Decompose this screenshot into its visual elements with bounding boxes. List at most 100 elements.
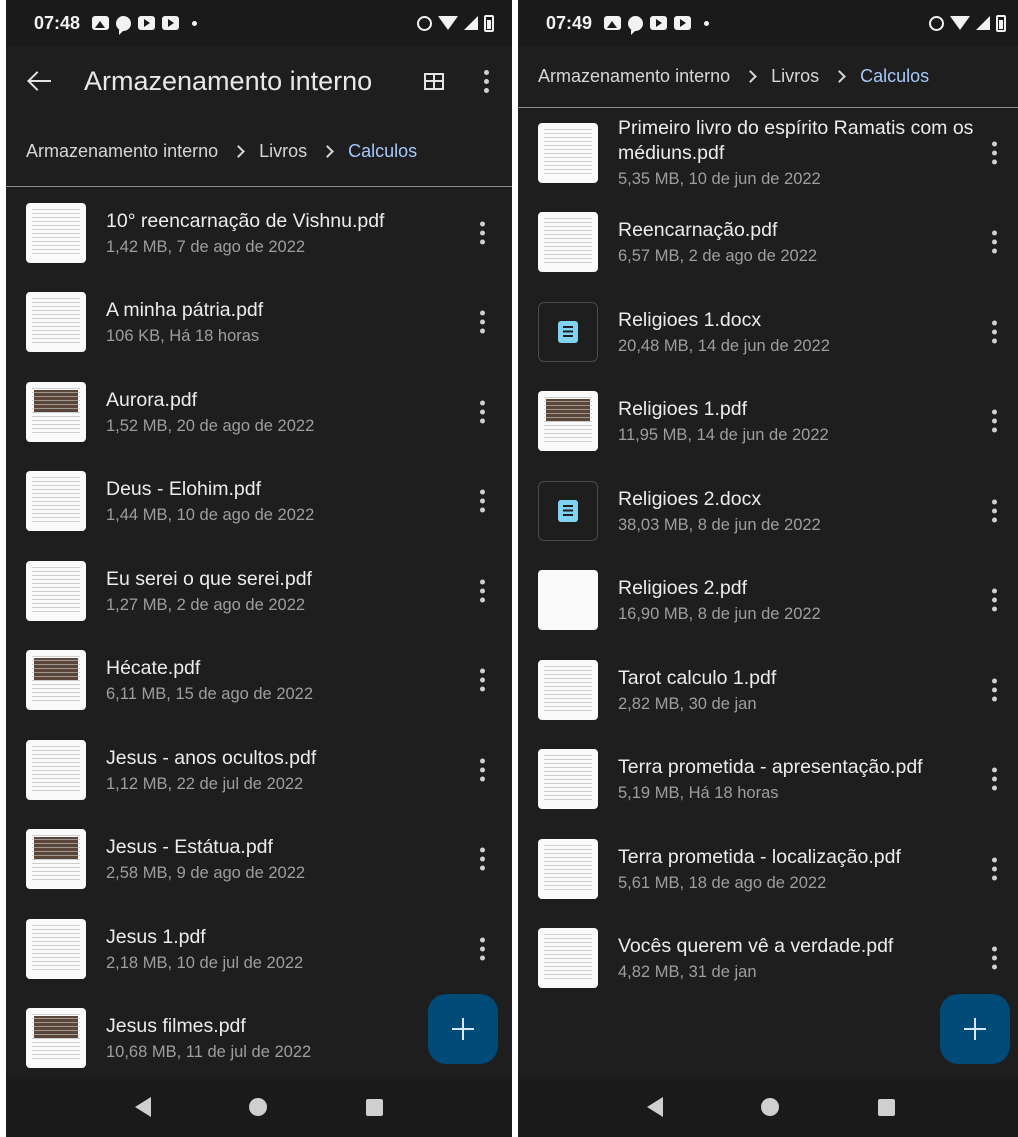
more-vert-icon[interactable] <box>470 847 494 871</box>
file-row[interactable]: Jesus - Estátua.pdf 2,58 MB, 9 de ago de … <box>6 815 512 905</box>
more-vert-icon[interactable] <box>470 579 494 603</box>
wifi-icon <box>438 16 458 30</box>
nav-back-icon[interactable] <box>135 1097 152 1117</box>
file-row[interactable]: 10° reencarnação de Vishnu.pdf 1,42 MB, 7… <box>6 188 512 278</box>
chevron-right-icon <box>321 144 334 158</box>
file-info: Terra prometida - apresentação.pdf 5,19 M… <box>618 755 1018 803</box>
breadcrumb-item-livros[interactable]: Livros <box>771 66 819 87</box>
file-row[interactable]: A minha pátria.pdf 106 KB, Há 18 horas <box>6 278 512 368</box>
file-row[interactable]: Terra prometida - apresentação.pdf 5,19 M… <box>518 735 1018 825</box>
file-row[interactable]: Religioes 1.pdf 11,95 MB, 14 de jun de 20… <box>518 377 1018 467</box>
file-row[interactable]: Hécate.pdf 6,11 MB, 15 de ago de 2022 <box>6 636 512 726</box>
file-thumbnail <box>538 570 598 631</box>
battery-icon <box>996 14 1006 32</box>
status-time: 07:48 <box>34 12 81 33</box>
file-name: Vocês querem vê a verdade.pdf <box>618 935 894 958</box>
file-row[interactable]: Eu serei o que serei.pdf 1,27 MB, 2 de ag… <box>6 546 512 636</box>
file-row[interactable]: Aurora.pdf 1,52 MB, 20 de ago de 2022 <box>6 367 512 457</box>
file-meta: 5,35 MB, 10 de jun de 2022 <box>618 170 821 189</box>
chat-notification-icon <box>116 15 132 35</box>
file-name: Jesus - Estátua.pdf <box>106 836 273 859</box>
more-vert-icon[interactable] <box>982 141 1006 165</box>
more-notifications-icon <box>192 20 198 26</box>
file-row[interactable]: Primeiro livro do espírito Ramatis com o… <box>518 108 1018 198</box>
file-info: Vocês querem vê a verdade.pdf 4,82 MB, 31… <box>618 934 1018 982</box>
file-row[interactable]: Reencarnação.pdf 6,57 MB, 2 de ago de 202… <box>518 198 1018 288</box>
file-info: 10° reencarnação de Vishnu.pdf 1,42 MB, 7… <box>106 209 512 257</box>
nav-home-icon[interactable] <box>249 1098 268 1116</box>
more-vert-icon[interactable] <box>982 946 1006 970</box>
file-meta: 1,52 MB, 20 de ago de 2022 <box>106 416 315 435</box>
file-row[interactable]: Jesus 1.pdf 2,18 MB, 10 de jul de 2022 <box>6 904 512 994</box>
file-info: Primeiro livro do espírito Ramatis com o… <box>618 116 1018 189</box>
more-vert-icon[interactable] <box>470 937 494 961</box>
more-vert-icon[interactable] <box>982 588 1006 612</box>
file-thumbnail <box>538 659 598 720</box>
file-meta: 2,82 MB, 30 de jan <box>618 694 757 713</box>
document-icon <box>538 480 598 541</box>
app-bar: Armazenamento interno <box>6 46 512 116</box>
more-vert-icon[interactable] <box>982 320 1006 344</box>
breadcrumb: Armazenamento interno Livros Calculos <box>518 46 1018 108</box>
nav-back-icon[interactable] <box>647 1097 664 1117</box>
file-thumbnail <box>538 928 598 989</box>
more-vert-icon[interactable] <box>470 489 494 513</box>
arrow-back-icon[interactable] <box>26 67 54 95</box>
breadcrumb: Armazenamento interno Livros Calculos <box>6 116 512 187</box>
file-name: Hécate.pdf <box>106 657 201 680</box>
file-info: Jesus - anos ocultos.pdf 1,12 MB, 22 de j… <box>106 746 512 794</box>
file-info: Religioes 1.docx 20,48 MB, 14 de jun de 2… <box>618 308 1018 356</box>
more-vert-icon[interactable] <box>470 758 494 782</box>
file-row[interactable]: Vocês querem vê a verdade.pdf 4,82 MB, 31… <box>518 914 1018 1004</box>
file-row[interactable]: Jesus - anos ocultos.pdf 1,12 MB, 22 de j… <box>6 725 512 815</box>
add-fab-button[interactable] <box>428 994 498 1064</box>
more-vert-icon[interactable] <box>470 221 494 245</box>
file-info: Religioes 1.pdf 11,95 MB, 14 de jun de 20… <box>618 397 1018 445</box>
file-name: Tarot calculo 1.pdf <box>618 666 777 689</box>
more-vert-icon[interactable] <box>982 857 1006 881</box>
add-fab-button[interactable] <box>940 994 1010 1064</box>
more-vert-icon[interactable] <box>982 230 1006 254</box>
file-thumbnail <box>26 829 86 890</box>
file-row[interactable]: Terra prometida - localização.pdf 5,61 MB… <box>518 824 1018 914</box>
breadcrumb-item-current[interactable]: Calculos <box>348 141 417 162</box>
file-meta: 6,11 MB, 15 de ago de 2022 <box>106 685 314 704</box>
file-name: Primeiro livro do espírito Ramatis com o… <box>618 117 974 165</box>
more-vert-icon[interactable] <box>470 400 494 424</box>
file-row[interactable]: Religioes 1.docx 20,48 MB, 14 de jun de 2… <box>518 287 1018 377</box>
file-thumbnail <box>26 202 86 263</box>
chevron-right-icon <box>833 70 846 83</box>
plus-icon <box>964 1018 986 1040</box>
more-vert-icon[interactable] <box>470 668 494 692</box>
more-vert-icon[interactable] <box>474 69 498 93</box>
breadcrumb-item-root[interactable]: Armazenamento interno <box>26 141 218 162</box>
nav-recents-icon[interactable] <box>365 1098 383 1116</box>
file-row[interactable]: Religioes 2.docx 38,03 MB, 8 de jun de 20… <box>518 466 1018 556</box>
more-notifications-icon <box>704 20 710 26</box>
file-row[interactable]: Deus - Elohim.pdf 1,44 MB, 10 de ago de 2… <box>6 457 512 547</box>
more-vert-icon[interactable] <box>982 499 1006 523</box>
file-thumbnail <box>26 560 86 621</box>
file-meta: 4,82 MB, 31 de jan <box>618 963 757 982</box>
file-info: Jesus - Estátua.pdf 2,58 MB, 9 de ago de … <box>106 835 512 883</box>
file-name: Jesus 1.pdf <box>106 925 206 948</box>
file-thumbnail <box>538 838 598 899</box>
page-title: Armazenamento interno <box>84 65 373 96</box>
file-meta: 1,12 MB, 22 de jul de 2022 <box>106 774 304 793</box>
more-vert-icon[interactable] <box>982 678 1006 702</box>
breadcrumb-item-root[interactable]: Armazenamento interno <box>538 66 730 87</box>
more-vert-icon[interactable] <box>470 310 494 334</box>
breadcrumb-item-current[interactable]: Calculos <box>860 66 929 87</box>
file-row[interactable]: Tarot calculo 1.pdf 2,82 MB, 30 de jan <box>518 645 1018 735</box>
file-row[interactable]: Religioes 2.pdf 16,90 MB, 8 de jun de 202… <box>518 556 1018 646</box>
grid-view-icon[interactable] <box>424 72 444 90</box>
system-nav-bar <box>6 1077 512 1137</box>
nav-home-icon[interactable] <box>761 1098 780 1116</box>
nav-recents-icon[interactable] <box>877 1098 895 1116</box>
breadcrumb-item-livros[interactable]: Livros <box>259 141 307 162</box>
more-vert-icon[interactable] <box>982 767 1006 791</box>
file-list: Primeiro livro do espírito Ramatis com o… <box>518 108 1018 1003</box>
more-vert-icon[interactable] <box>982 409 1006 433</box>
gallery-notification-icon <box>92 16 110 30</box>
file-meta: 106 KB, Há 18 horas <box>106 327 260 346</box>
